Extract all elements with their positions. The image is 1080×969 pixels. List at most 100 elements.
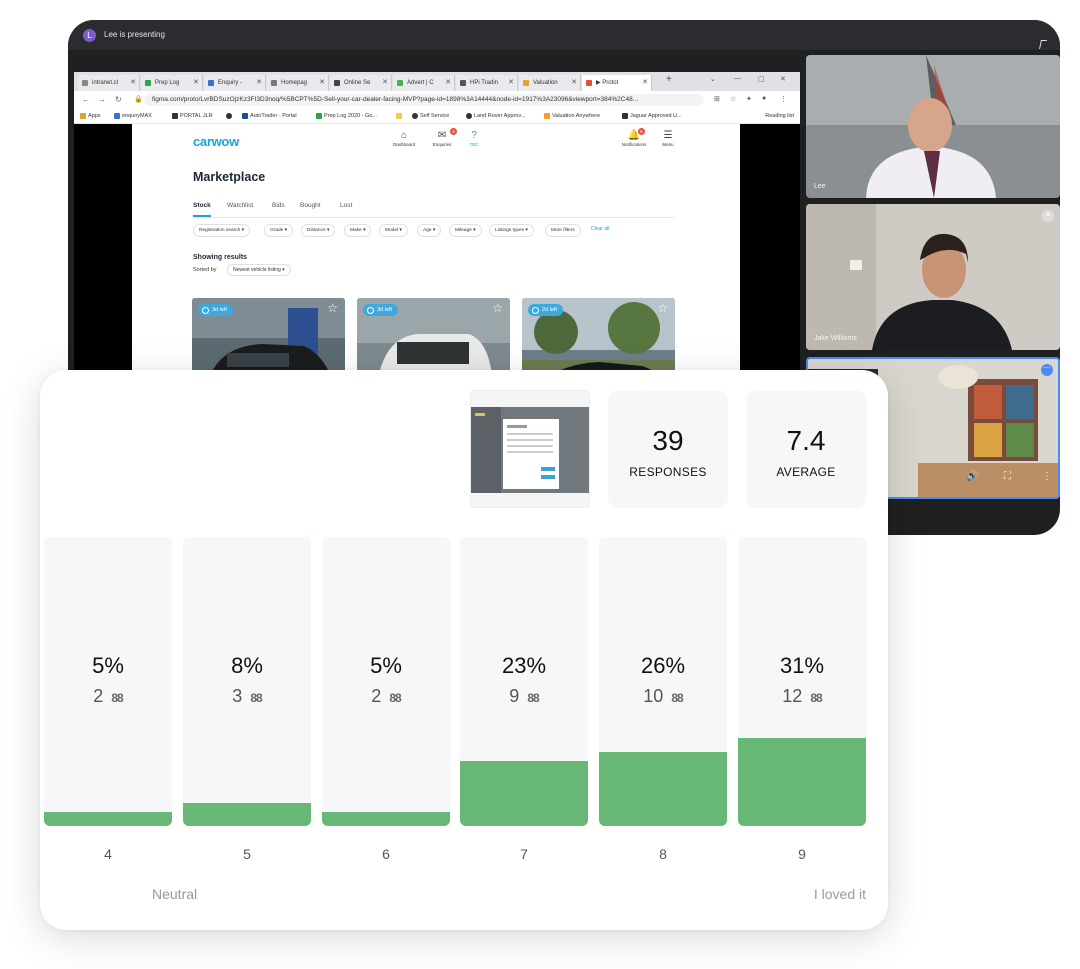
star-icon[interactable]: ☆ [327, 301, 338, 315]
more-options-icon[interactable]: ⋯ [1041, 364, 1053, 376]
filter-make[interactable]: Make ▾ [344, 224, 372, 237]
bookmark-land-rover[interactable]: Land Rover Approv... [466, 113, 525, 119]
filter-model[interactable]: Model ▾ [379, 224, 408, 237]
participant-video [806, 204, 1060, 350]
bookmark-icon [622, 113, 628, 119]
filter-registration-search[interactable]: Registration search ▾ [193, 224, 251, 237]
forward-icon[interactable]: → [98, 95, 106, 104]
tab-favicon-icon [523, 80, 529, 86]
filter-grade[interactable]: Grade ▾ [264, 224, 294, 237]
close-icon[interactable]: ✕ [642, 75, 648, 91]
tab-watchlist[interactable]: Watchlist [227, 202, 253, 209]
minimize-icon[interactable]: — [734, 75, 741, 82]
tab-bids[interactable]: Bids [272, 202, 285, 209]
tab-bought[interactable]: Bought [300, 202, 321, 209]
reload-icon[interactable]: ↻ [115, 95, 122, 104]
bookmark-self-service[interactable]: Self Service [412, 113, 449, 119]
tab-stock[interactable]: Stock [193, 202, 211, 217]
participant-tile[interactable]: Lee [806, 55, 1060, 198]
filter-distance[interactable]: Distance ▾ [301, 224, 336, 237]
bookmark-jaguar[interactable]: Jaguar Approved U... [622, 113, 682, 119]
fullscreen-icon[interactable]: ⛶ [1004, 471, 1011, 482]
extensions-icon[interactable]: ✦ [746, 95, 752, 103]
call-top-bar: L Lee is presenting [68, 20, 1060, 50]
average-value: 7.4 [786, 425, 826, 456]
browser-tab[interactable]: intranet.cl ✕ [78, 75, 140, 91]
browser-tab[interactable]: Prep Log ✕ [141, 75, 203, 91]
slide-preview-image [471, 391, 589, 507]
bookmark-portal-jlr[interactable]: PORTAL JLR [172, 113, 213, 119]
bookmark-valuation[interactable]: Valuation Anywhere [544, 113, 600, 119]
slide-thumbnail[interactable] [470, 390, 590, 508]
close-icon[interactable]: ✕ [319, 75, 325, 91]
time-left-badge: 3d left [198, 304, 233, 316]
carwow-page: carwow ⌂ Dashboard ✉ Enquiries 4 ? TBC 🔔 Not… [132, 124, 740, 402]
bookmark-apps[interactable]: Apps [80, 113, 101, 119]
sorted-by-label: Sorted by [193, 267, 217, 273]
close-icon[interactable]: ✕ [382, 75, 388, 91]
sort-select[interactable]: Newest vehicle listing ▾ [227, 264, 291, 276]
rating-category-label: 9 [798, 846, 806, 862]
star-icon[interactable]: ☆ [730, 95, 736, 103]
nav-dashboard[interactable]: ⌂ Dashboard [384, 130, 424, 147]
filter-age[interactable]: Age ▾ [417, 224, 442, 237]
browser-tab-active[interactable]: ▶ Protot ✕ [582, 75, 652, 91]
bookmark-prep-log[interactable]: Prep Log 2020 - Go... [316, 113, 377, 119]
bar-count-label: 9 88 [460, 686, 588, 707]
tab-lost[interactable]: Lost [340, 202, 352, 209]
mouse-cursor-icon [1039, 40, 1047, 49]
browser-tab[interactable]: Advert | C ✕ [393, 75, 455, 91]
bar-percent-label: 5% [92, 653, 124, 678]
close-icon[interactable]: ✕ [256, 75, 262, 91]
bookmark-autotrader[interactable]: AutoTrader - Portal [242, 113, 297, 119]
maximize-icon[interactable]: ▢ [758, 75, 765, 83]
filter-more-filters[interactable]: More filters [545, 224, 581, 237]
star-icon[interactable]: ☆ [492, 301, 503, 315]
close-icon[interactable]: ✕ [130, 75, 136, 91]
carwow-logo[interactable]: carwow [193, 134, 239, 149]
bar-fill [738, 738, 866, 826]
reading-list-button[interactable]: Reading list [765, 113, 794, 119]
clear-all-link[interactable]: Clear all [591, 226, 609, 232]
browser-tab[interactable]: Valuation ✕ [519, 75, 581, 91]
filter-listings-types[interactable]: Listings types ▾ [489, 224, 534, 237]
close-icon[interactable]: ✕ [445, 75, 451, 91]
browser-tab[interactable]: Homepag ✕ [267, 75, 329, 91]
back-icon[interactable]: ← [82, 95, 90, 104]
close-icon[interactable]: ✕ [571, 75, 577, 91]
install-icon[interactable]: ⊞ [714, 95, 720, 103]
folder-icon [396, 113, 402, 119]
more-icon[interactable]: ⋮ [1042, 471, 1052, 482]
bookmark-enquirymax[interactable]: enquiryMAX [114, 113, 152, 119]
tab-favicon-icon [145, 80, 151, 86]
close-icon[interactable]: ✕ [508, 75, 514, 91]
bookmark-icon [242, 113, 248, 119]
star-icon[interactable]: ☆ [657, 301, 668, 315]
rating-category-label: 7 [520, 846, 528, 862]
bar-percent-label: 8% [231, 653, 263, 678]
browser-tab[interactable]: Enquiry - ✕ [204, 75, 266, 91]
participant-tile[interactable]: ✕ Jake Williams [806, 204, 1060, 350]
nav-tbc[interactable]: ? TBC [454, 130, 494, 147]
more-icon[interactable]: ⋮ [780, 95, 787, 103]
nav-menu[interactable]: ☰ Menu [648, 130, 688, 147]
menu-icon: ☰ [663, 130, 673, 141]
profile-icon[interactable]: ● [762, 95, 766, 102]
volume-icon[interactable]: 🔊 [966, 471, 978, 482]
new-tab-icon[interactable]: + [666, 74, 672, 85]
browser-tab[interactable]: Online Se ✕ [330, 75, 392, 91]
browser-tab[interactable]: HPi Tradin ✕ [456, 75, 518, 91]
bar-percent-label: 26% [640, 653, 686, 678]
bar-column: 5% 2 88 [44, 537, 172, 826]
bar-fill [322, 812, 450, 826]
close-window-icon[interactable]: ✕ [780, 75, 786, 83]
close-icon[interactable]: ✕ [193, 75, 199, 91]
bookmark-icon [316, 113, 322, 119]
bookmark-icon [544, 113, 550, 119]
chevron-down-icon[interactable]: ⌄ [710, 75, 716, 83]
scale-low-label: Neutral [152, 886, 198, 902]
tab-favicon-icon [82, 80, 88, 86]
notifications-badge: 6 [638, 128, 645, 135]
filter-mileage[interactable]: Mileage ▾ [449, 224, 482, 237]
url-field[interactable]: figma.com/proto/LvrBDSuzOjzKz3FI3D3noq/%… [144, 94, 704, 106]
